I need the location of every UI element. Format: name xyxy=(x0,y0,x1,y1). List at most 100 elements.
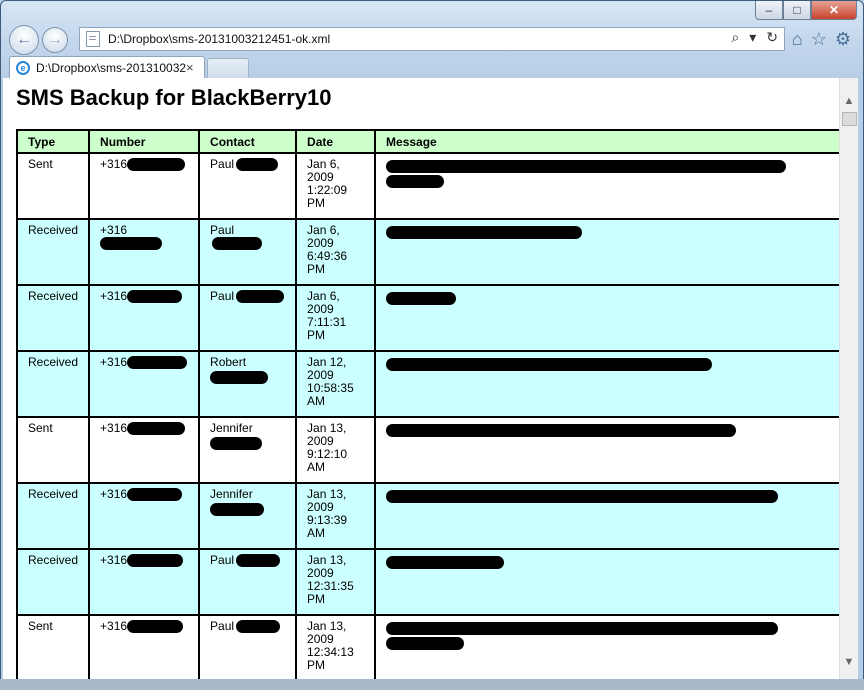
taskbar-edge xyxy=(0,679,864,690)
redaction-mark xyxy=(210,437,263,450)
window-controls: – □ ✕ xyxy=(755,1,857,20)
redaction-mark xyxy=(127,158,186,172)
contact-name: Paul xyxy=(210,553,235,567)
redaction-mark xyxy=(127,554,184,568)
redaction-mark xyxy=(236,620,281,634)
back-button[interactable]: ← xyxy=(9,25,39,55)
cell-date: Jan 6, 2009 7:11:31 PM xyxy=(295,284,377,352)
tab-title: D:\Dropbox\sms-201310032... xyxy=(36,60,186,75)
cell-message xyxy=(374,482,839,550)
refresh-icon[interactable]: ↻ xyxy=(766,29,778,46)
contact-name: Robert xyxy=(210,355,247,369)
column-header-contact: Contact xyxy=(198,129,298,154)
redaction-mark xyxy=(386,358,713,371)
address-url[interactable]: D:\Dropbox\sms-20131003212451-ok.xml xyxy=(108,32,330,46)
cell-type: Received xyxy=(15,482,91,550)
redaction-mark xyxy=(386,637,465,650)
maximize-button[interactable]: □ xyxy=(783,1,811,20)
cell-message xyxy=(374,416,839,484)
address-bar[interactable]: D:\Dropbox\sms-20131003212451-ok.xml ⌕ ▾… xyxy=(79,27,785,51)
date-line: PM xyxy=(307,196,326,210)
date-line: PM xyxy=(307,328,326,342)
column-header-date: Date xyxy=(295,129,377,154)
cell-number: +316 xyxy=(88,218,201,286)
redaction-mark xyxy=(386,160,787,173)
table-row: Received +316 Paul Jan 13, 2009 12:31:35 PM xyxy=(15,548,839,616)
contact-name: Jennifer xyxy=(210,421,253,435)
browser-window: – □ ✕ ← → D:\Dropbox\sms-20131003212451-… xyxy=(0,0,864,690)
redaction-mark xyxy=(212,237,263,251)
tab-active[interactable]: e D:\Dropbox\sms-201310032... × xyxy=(9,56,205,78)
column-header-number: Number xyxy=(88,129,201,154)
table-row: Sent +316 Jennifer Jan 13, 2009 9:12:10 AM xyxy=(15,416,839,484)
cell-date: Jan 6, 2009 1:22:09 PM xyxy=(295,152,377,220)
number-prefix: +316 xyxy=(100,289,128,303)
page-icon xyxy=(86,31,100,47)
redaction-mark xyxy=(236,290,285,304)
close-button[interactable]: ✕ xyxy=(811,1,857,20)
redaction-mark xyxy=(127,620,184,634)
number-prefix: +316 xyxy=(100,421,128,435)
cell-number: +316 xyxy=(88,482,201,550)
ie-icon: e xyxy=(16,60,30,75)
tab-close-icon[interactable]: × xyxy=(186,60,200,75)
number-prefix: +316 xyxy=(100,223,128,237)
cell-contact: Jennifer xyxy=(198,482,298,550)
home-icon[interactable]: ⌂ xyxy=(792,29,803,50)
redaction-mark xyxy=(127,488,183,502)
contact-name: Paul xyxy=(210,619,235,633)
redaction-mark xyxy=(210,503,265,516)
cell-date: Jan 6, 2009 6:49:36 PM xyxy=(295,218,377,286)
cell-message xyxy=(374,548,839,616)
gear-icon[interactable]: ⚙ xyxy=(835,29,851,50)
cell-number: +316 xyxy=(88,350,201,418)
cell-message xyxy=(374,284,839,352)
table-row: Received +316 Robert Jan 12, 2009 10:58:35 AM xyxy=(15,350,839,418)
cell-message xyxy=(374,614,839,680)
contact-name: Jennifer xyxy=(210,487,253,501)
cell-number: +316 xyxy=(88,416,201,484)
cell-contact: Paul xyxy=(198,152,298,220)
cell-message xyxy=(374,350,839,418)
cell-type: Received xyxy=(15,548,91,616)
contact-name: Paul xyxy=(210,289,235,303)
cell-number: +316 xyxy=(88,614,201,680)
redaction-mark xyxy=(386,622,779,635)
cell-date: Jan 13, 2009 9:13:39 AM xyxy=(295,482,377,550)
cell-contact: Robert xyxy=(198,350,298,418)
number-prefix: +316 xyxy=(100,553,128,567)
redaction-mark xyxy=(386,424,737,437)
scroll-thumb[interactable] xyxy=(842,112,857,126)
cell-contact: Paul xyxy=(198,548,298,616)
chevron-down-icon[interactable]: ▾ xyxy=(749,29,756,46)
forward-button[interactable]: → xyxy=(42,27,68,53)
cell-type: Received xyxy=(15,284,91,352)
redaction-mark xyxy=(127,290,183,304)
vertical-scrollbar[interactable]: ▲ ▼ xyxy=(839,78,858,680)
sms-table: Type Number Contact Date Message Sent +31… xyxy=(15,129,839,680)
new-tab-button[interactable] xyxy=(207,58,249,78)
number-prefix: +316 xyxy=(100,619,128,633)
search-icon[interactable]: ⌕ xyxy=(731,29,739,46)
navigation-bar: ← → D:\Dropbox\sms-20131003212451-ok.xml… xyxy=(9,25,855,55)
cell-contact: Paul xyxy=(198,614,298,680)
cell-date: Jan 13, 2009 12:34:13 PM xyxy=(295,614,377,680)
redaction-mark xyxy=(386,226,583,239)
page-content: SMS Backup for BlackBerry10 Type Number … xyxy=(3,78,839,680)
favorites-icon[interactable]: ☆ xyxy=(811,29,827,50)
redaction-mark xyxy=(127,422,186,436)
minimize-button[interactable]: – xyxy=(755,1,783,20)
cell-date: Jan 12, 2009 10:58:35 AM xyxy=(295,350,377,418)
redaction-mark xyxy=(236,158,279,172)
scroll-down-arrow[interactable]: ▼ xyxy=(840,653,858,670)
date-line: PM xyxy=(307,592,326,606)
redaction-mark xyxy=(386,490,779,503)
cell-message xyxy=(374,218,839,286)
redaction-mark xyxy=(210,371,269,384)
redaction-mark xyxy=(127,356,188,370)
scroll-up-arrow[interactable]: ▲ xyxy=(840,92,858,109)
tab-row: e D:\Dropbox\sms-201310032... × xyxy=(9,56,249,78)
date-line: PM xyxy=(307,658,326,672)
cell-contact: Paul xyxy=(198,218,298,286)
date-line: AM xyxy=(307,394,326,408)
